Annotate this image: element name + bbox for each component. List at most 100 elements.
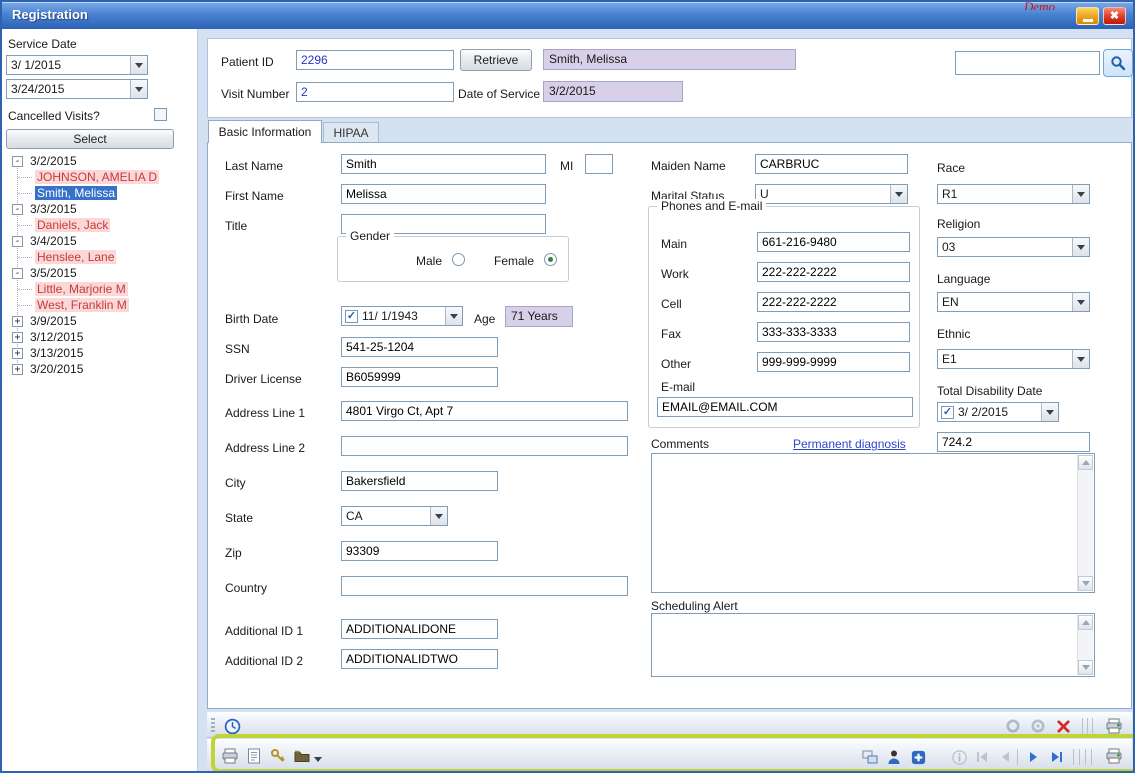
patient-icon[interactable]: [883, 746, 905, 768]
email-input[interactable]: [657, 397, 913, 417]
calendar-dropdown-icon[interactable]: [445, 307, 462, 325]
delete-x-icon[interactable]: [1052, 715, 1074, 737]
total-disability-checkbox[interactable]: [941, 406, 954, 419]
birth-date-picker[interactable]: 11/ 1/1943: [341, 306, 463, 326]
folder-menu-arrow-icon[interactable]: [312, 748, 324, 770]
male-radio[interactable]: [452, 253, 465, 266]
tree-date-node[interactable]: -3/2/2015: [4, 153, 195, 169]
ssn-input[interactable]: [341, 337, 498, 357]
chevron-down-icon[interactable]: [1072, 238, 1089, 256]
collapse-icon[interactable]: -: [12, 204, 23, 215]
disability-code-input[interactable]: [937, 432, 1090, 452]
state-combobox[interactable]: CA: [341, 506, 448, 526]
ethnic-combobox[interactable]: E1: [937, 349, 1090, 369]
collapse-icon[interactable]: -: [12, 156, 23, 167]
add-patient-icon[interactable]: [907, 746, 929, 768]
folder-icon[interactable]: [291, 745, 313, 767]
stop-circle-icon[interactable]: [1027, 715, 1049, 737]
zip-input[interactable]: [341, 541, 498, 561]
close-button[interactable]: ✖: [1103, 7, 1126, 25]
female-radio[interactable]: [544, 253, 557, 266]
info-icon[interactable]: [948, 746, 970, 768]
scheduling-alert-textarea[interactable]: [651, 613, 1095, 677]
print-screen-icon[interactable]: [1103, 715, 1125, 737]
main-phone-input[interactable]: [757, 232, 910, 252]
calendar-dropdown-icon[interactable]: [130, 80, 147, 98]
service-date-to-picker[interactable]: 3/24/2015: [6, 79, 148, 99]
search-button[interactable]: [1103, 49, 1133, 77]
cancelled-visits-checkbox[interactable]: [154, 108, 167, 121]
mi-input[interactable]: [585, 154, 613, 174]
retrieve-button[interactable]: Retrieve: [460, 49, 532, 71]
calendar-dropdown-icon[interactable]: [1041, 403, 1058, 421]
report-icon[interactable]: [243, 745, 265, 767]
tab-basic-information[interactable]: Basic Information: [208, 120, 322, 143]
chevron-down-icon[interactable]: [890, 185, 907, 203]
expand-icon[interactable]: +: [12, 364, 23, 375]
other-phone-input[interactable]: [757, 352, 910, 372]
driver-license-input[interactable]: [341, 367, 498, 387]
patient-id-input[interactable]: [296, 50, 454, 70]
fax-input[interactable]: [757, 322, 910, 342]
scheduling-alert-scrollbar[interactable]: [1077, 615, 1093, 675]
address-line-2-input[interactable]: [341, 436, 628, 456]
last-name-input[interactable]: [341, 154, 546, 174]
chevron-down-icon[interactable]: [1072, 185, 1089, 203]
scroll-up-icon[interactable]: [1078, 455, 1093, 470]
first-name-input[interactable]: [341, 184, 546, 204]
marital-status-combobox[interactable]: U: [755, 184, 908, 204]
language-combobox[interactable]: EN: [937, 292, 1090, 312]
tree-date-node[interactable]: -3/5/2015: [4, 265, 195, 281]
comments-textarea[interactable]: [651, 453, 1095, 593]
address-line-1-input[interactable]: [341, 401, 628, 421]
religion-combobox[interactable]: 03: [937, 237, 1090, 257]
print-icon[interactable]: [219, 745, 241, 767]
total-disability-date-picker[interactable]: 3/ 2/2015: [937, 402, 1059, 422]
tree-date-node[interactable]: +3/12/2015: [4, 329, 195, 345]
additional-id-1-input[interactable]: [341, 619, 498, 639]
cell-phone-input[interactable]: [757, 292, 910, 312]
minimize-button[interactable]: [1076, 7, 1099, 25]
additional-id-2-input[interactable]: [341, 649, 498, 669]
tree-date-node[interactable]: +3/20/2015: [4, 361, 195, 377]
tree-patient-node[interactable]: Little, Marjorie M: [4, 281, 195, 297]
tree-patient-node[interactable]: Henslee, Lane: [4, 249, 195, 265]
tree-patient-node[interactable]: Daniels, Jack: [4, 217, 195, 233]
chevron-down-icon[interactable]: [1072, 350, 1089, 368]
scroll-up-icon[interactable]: [1078, 615, 1093, 630]
birth-date-checkbox[interactable]: [345, 310, 358, 323]
record-circle-icon[interactable]: [1002, 715, 1024, 737]
comments-scrollbar[interactable]: [1077, 455, 1093, 591]
collapse-icon[interactable]: -: [12, 268, 23, 279]
scroll-down-icon[interactable]: [1078, 660, 1093, 675]
tree-patient-node-selected[interactable]: Smith, Melissa: [4, 185, 195, 201]
calendar-dropdown-icon[interactable]: [130, 56, 147, 74]
tree-date-node[interactable]: -3/3/2015: [4, 201, 195, 217]
tree-date-node[interactable]: +3/13/2015: [4, 345, 195, 361]
scroll-down-icon[interactable]: [1078, 576, 1093, 591]
print-screen-icon[interactable]: [1103, 745, 1125, 767]
tab-hipaa[interactable]: HIPAA: [323, 122, 379, 143]
expand-icon[interactable]: +: [12, 332, 23, 343]
expand-icon[interactable]: +: [12, 348, 23, 359]
visit-number-input[interactable]: [296, 82, 454, 102]
collapse-icon[interactable]: -: [12, 236, 23, 247]
nav-previous-icon[interactable]: [994, 746, 1016, 768]
nav-last-icon[interactable]: [1046, 746, 1068, 768]
tree-patient-node[interactable]: JOHNSON, AMELIA D: [4, 169, 195, 185]
permanent-diagnosis-link[interactable]: Permanent diagnosis: [793, 437, 906, 451]
chevron-down-icon[interactable]: [430, 507, 447, 525]
tree-date-node[interactable]: -3/4/2015: [4, 233, 195, 249]
city-input[interactable]: [341, 471, 498, 491]
expand-icon[interactable]: +: [12, 316, 23, 327]
key-icon[interactable]: [267, 745, 289, 767]
chevron-down-icon[interactable]: [1072, 293, 1089, 311]
service-date-from-picker[interactable]: 3/ 1/2015: [6, 55, 148, 75]
clock-icon[interactable]: [221, 715, 243, 737]
race-combobox[interactable]: R1: [937, 184, 1090, 204]
search-input[interactable]: [955, 51, 1100, 75]
country-input[interactable]: [341, 576, 628, 596]
tree-patient-node[interactable]: West, Franklin M: [4, 297, 195, 313]
maiden-name-input[interactable]: [755, 154, 908, 174]
merge-records-icon[interactable]: [859, 746, 881, 768]
